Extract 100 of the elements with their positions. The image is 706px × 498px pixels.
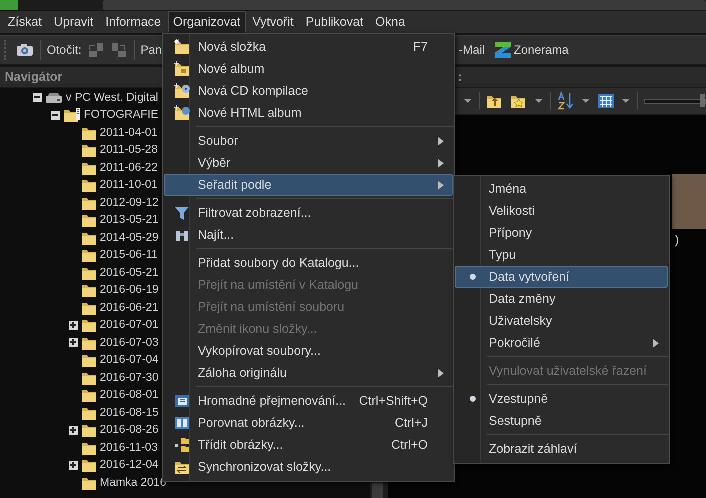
menu-item[interactable]: Data změny [455, 288, 668, 310]
dropdown-caret-icon[interactable] [463, 97, 473, 105]
app-icon [0, 0, 18, 10]
pan-label[interactable]: Pan [140, 43, 162, 57]
thumbnail-caption: ) [674, 232, 680, 247]
submenu-arrow-icon [653, 339, 659, 348]
menu-bar-item[interactable]: Okna [370, 11, 410, 33]
menu-item[interactable]: Přípony [455, 222, 668, 244]
camera-icon [16, 43, 34, 57]
menu-item[interactable]: Pokročilé [455, 332, 668, 354]
menu-item[interactable]: Hromadné přejmenování... Ctrl+Shift+Q [164, 390, 453, 412]
menu-item[interactable]: Třídit obrázky... Ctrl+O [164, 434, 453, 456]
folder-icon [81, 457, 97, 474]
folder-icon [81, 212, 97, 228]
sort-icon[interactable] [556, 91, 575, 111]
menu-item[interactable]: Nová složka F7 [164, 36, 453, 58]
menu-item[interactable]: Uživatelsky [455, 310, 668, 332]
menu-bar-item[interactable]: Získat [3, 11, 48, 33]
menu-item[interactable]: Filtrovat zobrazení... [164, 202, 453, 224]
radio-dot-icon [470, 396, 476, 402]
collapse-icon[interactable] [33, 93, 42, 102]
menu-item[interactable]: Výběr [164, 152, 453, 174]
tree-item[interactable]: FOTOGRAFIE [84, 109, 159, 122]
favorite-folder-icon[interactable] [510, 93, 528, 109]
tree-item[interactable]: 2016-06-19 [100, 284, 159, 296]
menu-bar-item[interactable]: Publikovat [300, 11, 369, 33]
radio-dot-icon [470, 274, 476, 280]
dropdown-caret-icon[interactable] [620, 97, 631, 105]
tree-item[interactable]: v PC West. Digital [66, 92, 158, 104]
submenu-arrow-icon [438, 369, 444, 378]
new-html-album-icon [174, 105, 190, 121]
tree-item[interactable]: 2016-12-04 [100, 459, 159, 472]
tree-item[interactable]: 2011-05-28 [100, 144, 158, 156]
tree-item[interactable]: 2014-05-29 [100, 232, 159, 244]
menu-bar-item[interactable]: Organizovat [168, 11, 246, 33]
tree-item[interactable]: 2016-06-21 [100, 302, 159, 314]
menu-item[interactable]: Typu [455, 244, 668, 266]
menu-item[interactable]: Nové HTML album [164, 102, 453, 124]
tree-item[interactable]: 2011-10-01 [100, 179, 158, 192]
new-folder-icon [174, 39, 190, 55]
tree-item[interactable]: 2016-07-01 [100, 319, 159, 332]
tree-item[interactable]: 2016-08-01 [100, 389, 159, 402]
zonerama-logo-icon [494, 41, 512, 59]
menu-item[interactable]: Porovnat obrázky... Ctrl+J [164, 412, 453, 434]
tree-item[interactable]: 2016-07-30 [100, 372, 159, 384]
zoom-slider[interactable] [644, 94, 706, 108]
grid-view-icon[interactable] [596, 93, 615, 109]
folder-up-icon[interactable] [486, 93, 504, 109]
folder-icon [81, 422, 97, 438]
menu-bar-item[interactable]: Vytvořit [248, 11, 299, 33]
expand-icon[interactable] [69, 460, 78, 470]
dropdown-caret-icon[interactable] [534, 97, 544, 105]
new-album-icon [174, 61, 190, 77]
dropdown-caret-icon[interactable] [580, 97, 591, 105]
menu-item[interactable]: Jména [455, 178, 668, 200]
menu-item[interactable]: Vykopírovat soubory... [164, 340, 453, 362]
expand-icon[interactable] [69, 426, 78, 435]
menu-item[interactable]: Velikosti [455, 200, 668, 222]
tree-item[interactable]: 2016-08-15 [100, 406, 159, 419]
menu-item[interactable]: Přidat soubory do Katalogu... [164, 252, 453, 274]
new-cd-icon [174, 83, 190, 99]
tree-item[interactable]: 2013-05-21 [100, 214, 159, 226]
filter-icon [174, 205, 190, 221]
tree-item[interactable]: 2012-09-12 [100, 196, 159, 209]
folder-icon [81, 352, 97, 368]
tree-item[interactable]: 2016-07-04 [100, 354, 159, 366]
rotate-label: Otočit: [47, 43, 82, 57]
zonerama-button[interactable]: Zonerama [494, 41, 569, 59]
menu-item[interactable]: Synchronizovat složky... [164, 456, 453, 478]
compare-icon [174, 415, 190, 431]
expand-icon[interactable] [69, 320, 78, 330]
menu-item[interactable]: Data vytvoření [455, 266, 668, 288]
menu-item[interactable]: Zobrazit záhlaví [455, 438, 668, 460]
menu-bar-item[interactable]: Upravit [49, 11, 99, 33]
mail-button[interactable]: -Mail [459, 43, 486, 57]
menu-item[interactable]: Najít... [164, 224, 453, 246]
menu-item[interactable]: Sestupně [455, 410, 668, 432]
rotate-right-icon [110, 42, 128, 58]
collapse-icon[interactable] [51, 110, 60, 120]
submenu-arrow-icon [438, 137, 444, 146]
expand-icon[interactable] [69, 338, 78, 348]
menu-bar-item[interactable]: Informace [100, 11, 166, 33]
tree-item[interactable]: 2016-08-26 [100, 424, 159, 436]
menu-item[interactable]: Soubor [164, 130, 453, 152]
submenu-arrow-icon [438, 181, 444, 190]
folder-icon [63, 107, 81, 124]
slider-thumb[interactable] [700, 94, 705, 106]
folder-icon [81, 317, 97, 334]
tree-item[interactable]: 2016-07-03 [100, 336, 159, 349]
folder-icon [81, 387, 97, 404]
tree-item[interactable]: 2011-06-22 [100, 162, 158, 174]
folder-icon [81, 177, 97, 194]
tree-item[interactable]: 2011-04-01 [100, 126, 158, 139]
submenu-arrow-icon [438, 159, 444, 168]
menu-item[interactable]: Vzestupně [455, 388, 668, 410]
tree-item[interactable]: 2016-11-03 [100, 442, 158, 454]
tree-item[interactable]: 2016-05-21 [100, 266, 159, 279]
menu-item[interactable]: Seřadit podle [164, 174, 453, 196]
tree-item[interactable]: 2015-06-11 [100, 249, 158, 262]
menu-item[interactable]: Záloha originálu [164, 362, 453, 384]
